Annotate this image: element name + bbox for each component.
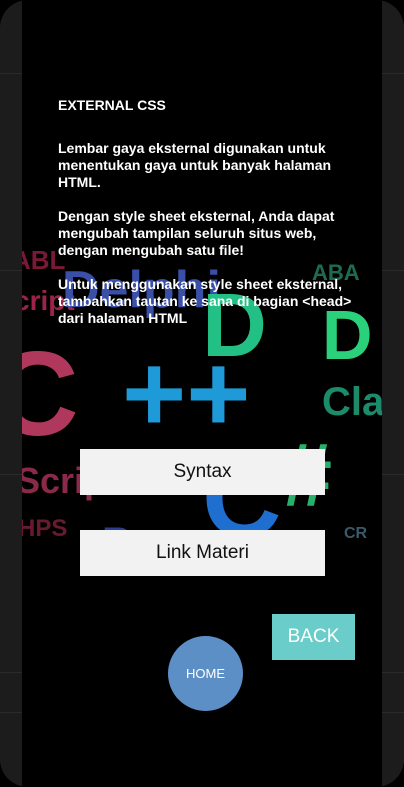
background-word: Cla <box>322 380 382 424</box>
background-word: HPS <box>22 515 68 542</box>
link-materi-button[interactable]: Link Materi <box>80 530 325 576</box>
content-text: EXTERNAL CSS Lembar gaya eksternal digun… <box>58 97 358 344</box>
paragraph: Dengan style sheet eksternal, Anda dapat… <box>58 208 335 258</box>
paragraph: Lembar gaya eksternal digunakan untuk me… <box>58 140 332 190</box>
back-button[interactable]: BACK <box>272 614 355 660</box>
background-word: C <box>22 327 79 461</box>
left-bezel <box>0 0 22 787</box>
background-word: CR <box>344 525 368 542</box>
device-frame: ABL cript Delphi C ++ D ABA D Cla Script… <box>0 0 404 787</box>
page-title: EXTERNAL CSS <box>58 97 166 113</box>
syntax-button[interactable]: Syntax <box>80 449 325 495</box>
right-bezel <box>382 0 404 787</box>
paragraph: Untuk menggunakan style sheet eksternal,… <box>58 276 352 326</box>
home-button[interactable]: HOME <box>168 636 243 711</box>
